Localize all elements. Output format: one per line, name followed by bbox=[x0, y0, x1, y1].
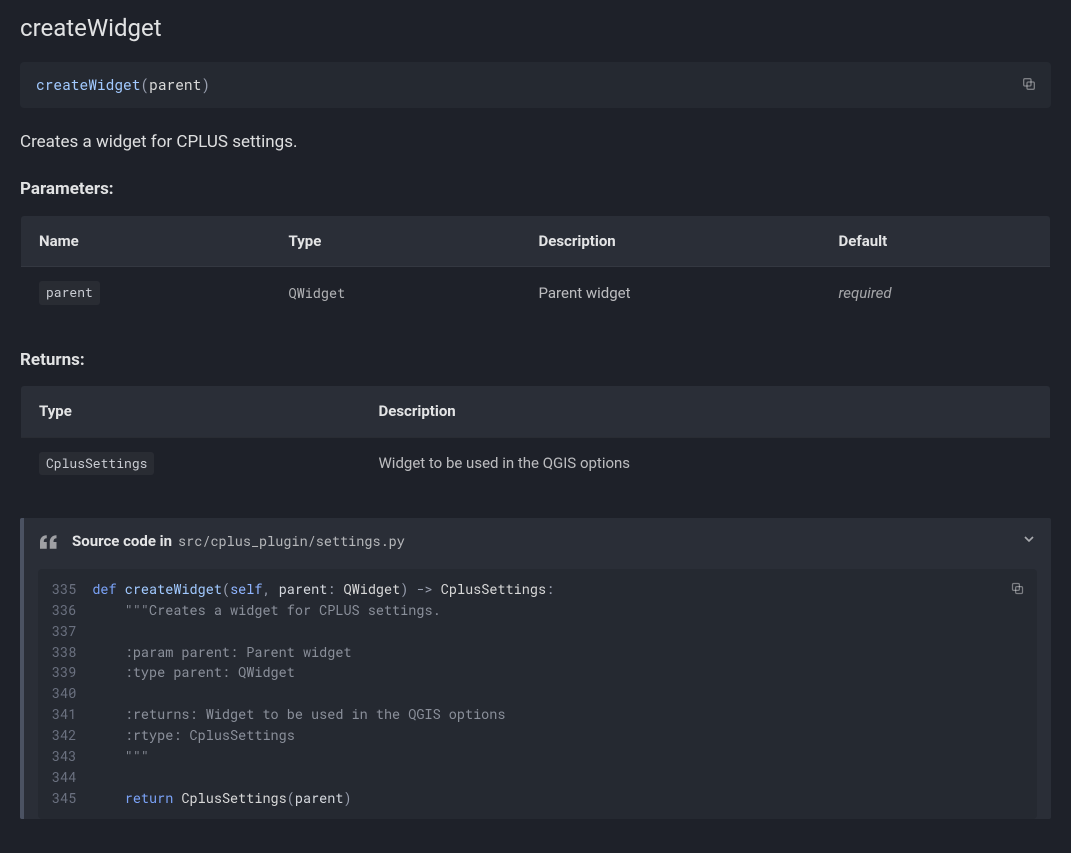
signature-close: ) bbox=[201, 75, 210, 94]
return-type: CplusSettings bbox=[39, 452, 154, 476]
parameters-heading: Parameters: bbox=[20, 177, 1051, 203]
code-lines: def createWidget(self, parent: QWidget) … bbox=[86, 569, 568, 819]
returns-header-type: Type bbox=[21, 386, 361, 438]
signature-open: ( bbox=[140, 75, 149, 94]
return-description: Widget to be used in the QGIS options bbox=[361, 437, 1051, 490]
parameters-table: Name Type Description Default parent QWi… bbox=[20, 215, 1051, 320]
source-header[interactable]: Source code in src/cplus_plugin/settings… bbox=[24, 518, 1051, 565]
copy-icon[interactable] bbox=[1005, 577, 1029, 601]
source-path: src/cplus_plugin/settings.py bbox=[178, 531, 405, 551]
copy-icon[interactable] bbox=[1017, 72, 1041, 96]
param-name: parent bbox=[39, 281, 100, 305]
params-header-name: Name bbox=[21, 215, 271, 267]
line-numbers: 335 336 337 338 339 340 341 342 343 344 … bbox=[38, 569, 86, 819]
returns-header-description: Description bbox=[361, 386, 1051, 438]
table-row: parent QWidget Parent widget required bbox=[21, 267, 1051, 320]
source-code: 335 336 337 338 339 340 341 342 343 344 … bbox=[38, 569, 1037, 819]
signature-func: createWidget bbox=[36, 75, 140, 94]
params-header-description: Description bbox=[521, 215, 821, 267]
returns-heading: Returns: bbox=[20, 348, 1051, 374]
page-title: createWidget bbox=[20, 10, 1051, 46]
source-label: Source code in bbox=[72, 530, 172, 553]
param-type: QWidget bbox=[289, 284, 346, 302]
params-header-type: Type bbox=[271, 215, 521, 267]
param-default: required bbox=[839, 284, 892, 302]
signature-block: createWidget(parent) bbox=[20, 62, 1051, 108]
quote-icon bbox=[40, 535, 58, 549]
chevron-down-icon[interactable] bbox=[1021, 530, 1037, 554]
description-text: Creates a widget for CPLUS settings. bbox=[20, 130, 1051, 156]
param-description: Parent widget bbox=[521, 267, 821, 320]
signature-arg: parent bbox=[149, 75, 201, 94]
table-row: CplusSettings Widget to be used in the Q… bbox=[21, 437, 1051, 490]
source-block: Source code in src/cplus_plugin/settings… bbox=[20, 518, 1051, 819]
params-header-default: Default bbox=[821, 215, 1051, 267]
returns-table: Type Description CplusSettings Widget to… bbox=[20, 385, 1051, 490]
